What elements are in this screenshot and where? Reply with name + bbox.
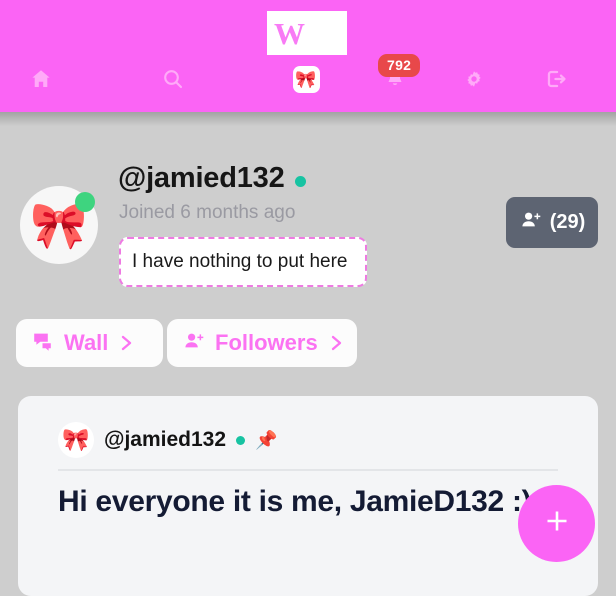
post-avatar[interactable]: 🎀 — [58, 422, 94, 458]
logout-icon — [543, 66, 569, 92]
follow-count-label: (29) — [549, 211, 586, 233]
online-status-dot — [294, 175, 306, 187]
profile-bio-text: I have nothing to put here — [132, 251, 348, 272]
chevron-right-icon — [119, 333, 135, 353]
chat-bubbles-icon — [31, 329, 55, 358]
brand-logo-letter: W — [274, 15, 305, 51]
post-header: 🎀 @jamied132 📌 — [58, 422, 277, 458]
nav-item-logout[interactable] — [535, 58, 577, 100]
post-body-text: Hi everyone it is me, JamieD132 :) — [58, 485, 532, 518]
online-status-dot — [236, 435, 246, 445]
nav-item-profile[interactable]: 🎀 — [285, 58, 327, 100]
tab-followers[interactable]: Followers — [167, 319, 357, 367]
plus-icon — [540, 504, 574, 543]
header-shadow — [0, 112, 616, 126]
tab-wall-label: Wall — [64, 330, 109, 355]
post-card[interactable]: 🎀 @jamied132 📌 Hi everyone it is me, Jam… — [18, 396, 598, 596]
brand-logo[interactable]: W — [267, 11, 347, 55]
compose-button[interactable] — [518, 485, 595, 562]
follow-button[interactable]: (29) — [506, 197, 598, 248]
home-icon — [29, 67, 53, 91]
notification-badge[interactable]: 792 — [378, 54, 421, 77]
nav-avatar-emoji: 🎀 — [295, 69, 317, 89]
chevron-right-icon — [329, 333, 345, 353]
profile-bio-box[interactable]: I have nothing to put here — [119, 237, 367, 287]
person-add-icon — [519, 208, 543, 237]
nav-item-home[interactable] — [20, 58, 62, 100]
person-add-icon — [182, 329, 206, 358]
profile-tabs: Wall Followers — [0, 319, 616, 367]
nav-item-search[interactable] — [152, 58, 194, 100]
header-nav: 🎀 — [0, 58, 616, 100]
search-icon — [161, 67, 185, 91]
post-avatar-emoji: 🎀 — [62, 427, 90, 452]
post-username[interactable]: @jamied132 — [104, 428, 226, 452]
profile-avatar-wrap[interactable]: 🎀 — [20, 186, 98, 264]
profile-name-row: @jamied132 — [118, 162, 306, 195]
tab-wall[interactable]: Wall — [16, 319, 163, 367]
online-indicator-dot — [75, 192, 95, 212]
nav-item-settings[interactable] — [453, 58, 495, 100]
pin-icon: 📌 — [255, 430, 278, 450]
post-divider — [58, 469, 558, 471]
gear-icon — [462, 67, 486, 91]
app-header: W 🎀 792 — [0, 0, 616, 112]
profile-avatar-icon: 🎀 — [292, 65, 320, 93]
tab-followers-label: Followers — [215, 330, 318, 355]
profile-joined-date: Joined 6 months ago — [119, 202, 296, 223]
page-title: @jamied132 — [118, 162, 285, 194]
